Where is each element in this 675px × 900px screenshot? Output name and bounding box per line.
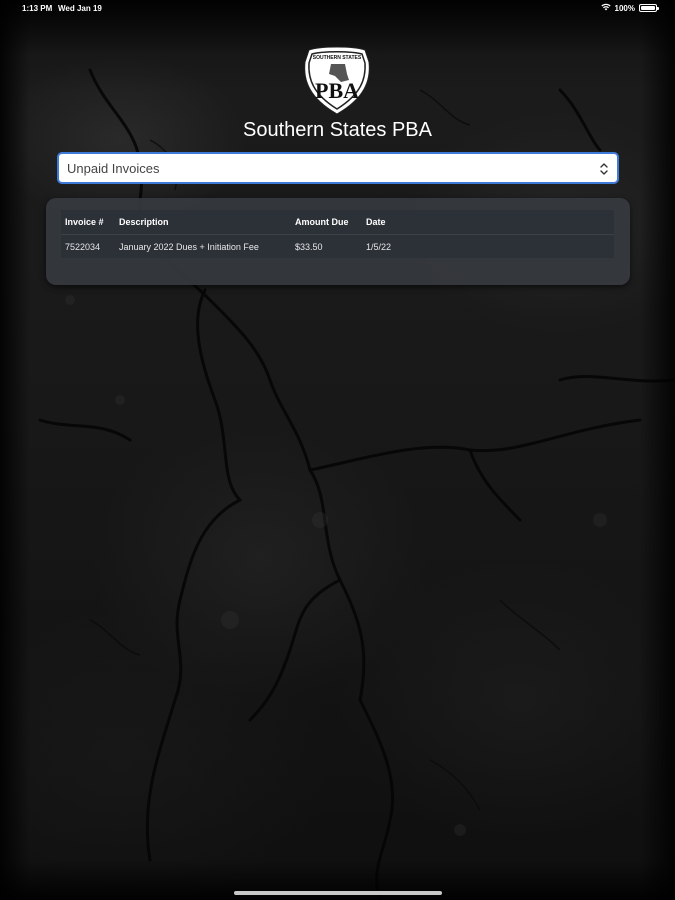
invoice-filter-dropdown[interactable]: Unpaid Invoices	[57, 152, 619, 184]
wifi-icon	[600, 3, 611, 13]
invoice-number-cell: 7522034	[65, 242, 101, 252]
date-cell: 1/5/22	[366, 242, 392, 252]
chevron-up-down-icon	[599, 162, 609, 176]
table-header-row: Invoice # Description Amount Due Date	[61, 210, 614, 235]
status-indicators: 100%	[600, 3, 659, 13]
column-header-description: Description	[119, 217, 169, 227]
table-row[interactable]: 7522034 January 2022 Dues + Initiation F…	[61, 234, 401, 259]
status-date: Wed Jan 19	[58, 4, 102, 13]
logo-arc-text: SOUTHERN STATES	[313, 55, 362, 61]
description-cell: January 2022 Dues + Initiation Fee	[119, 242, 259, 252]
invoice-table: Invoice # Description Amount Due Date 75…	[61, 210, 614, 258]
pba-logo: SOUTHERN STATES PBA	[301, 46, 373, 116]
column-header-invoice-number: Invoice #	[65, 217, 104, 227]
status-bar: 1:13 PM Wed Jan 19 100%	[0, 0, 675, 16]
invoice-filter-value: Unpaid Invoices	[67, 160, 160, 176]
column-header-amount-due: Amount Due	[295, 217, 349, 227]
battery-percent: 100%	[614, 3, 635, 13]
status-time: 1:13 PM	[22, 4, 53, 13]
invoice-card: Invoice # Description Amount Due Date 75…	[46, 198, 630, 285]
app-title: Southern States PBA	[242, 119, 432, 141]
amount-due-cell: $33.50	[295, 242, 323, 252]
logo-letters: PBA	[315, 78, 359, 103]
home-indicator[interactable]	[234, 891, 442, 895]
column-header-date: Date	[366, 217, 386, 227]
battery-icon	[639, 4, 659, 12]
